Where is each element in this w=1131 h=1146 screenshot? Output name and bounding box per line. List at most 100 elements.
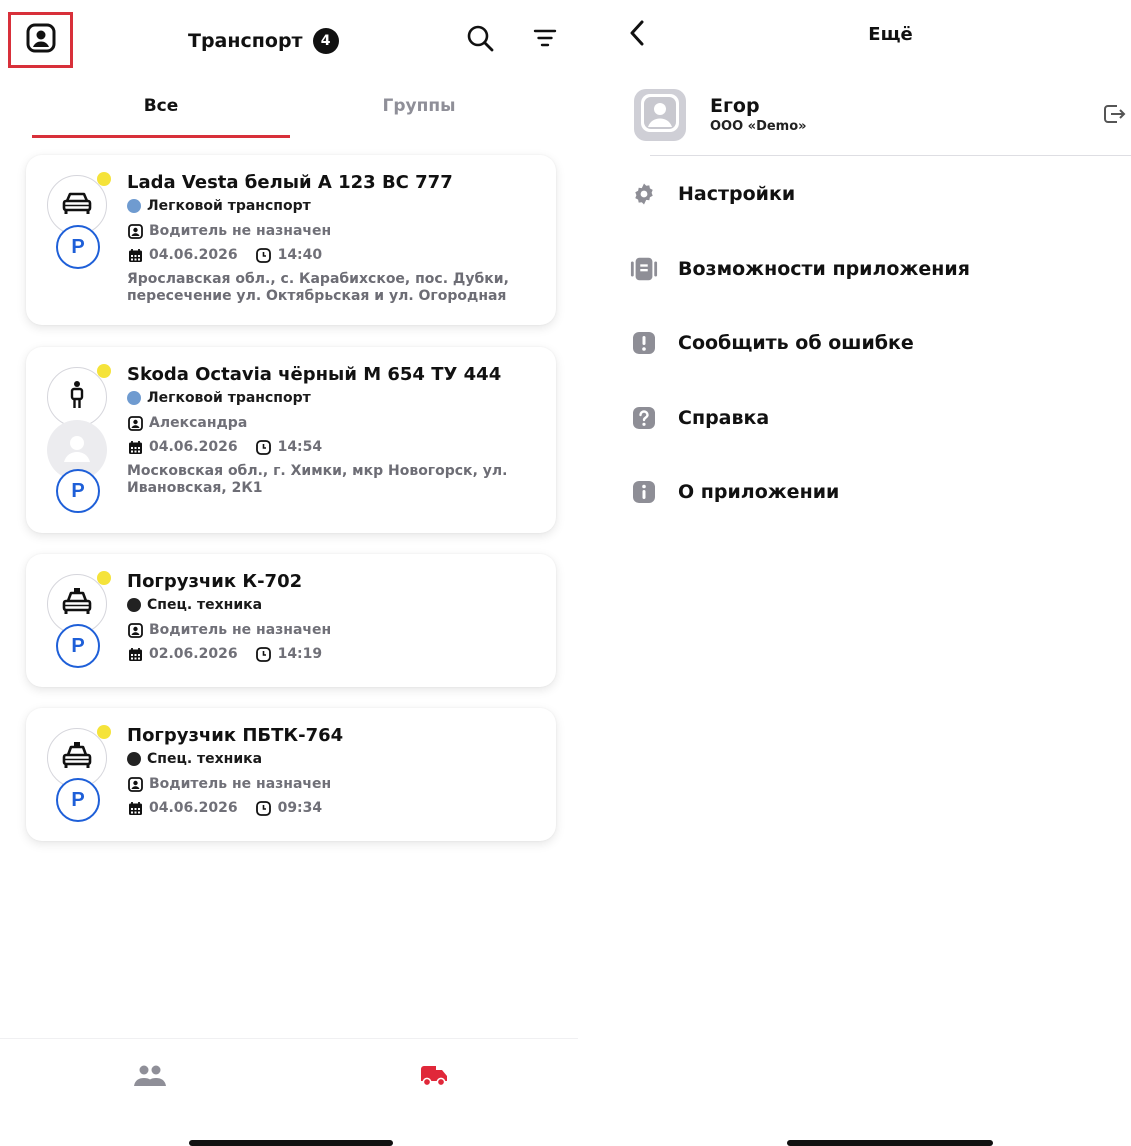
app-features-icon <box>630 255 658 283</box>
vehicle-category: Легковой транспорт <box>127 198 311 214</box>
vehicle-date: 04.06.2026 <box>149 800 238 816</box>
vehicle-time: 14:40 <box>277 247 323 263</box>
menu-item-label: Настройки <box>678 183 796 205</box>
menu-item-label: Сообщить об ошибке <box>678 332 914 354</box>
calendar-icon <box>127 800 143 816</box>
vehicle-address: Московская обл., г. Химки, мкр Новогорск… <box>127 463 508 496</box>
filter-icon <box>532 25 558 55</box>
driver-icon <box>127 415 143 431</box>
gear-icon <box>630 180 658 208</box>
menu-item-settings[interactable]: Настройки <box>630 174 1110 214</box>
menu-item-report-bug[interactable]: Сообщить об ошибке <box>630 323 1110 363</box>
driver-name: Водитель не назначен <box>149 223 332 239</box>
category-color-dot <box>127 391 141 405</box>
home-indicator <box>189 1140 393 1146</box>
vehicle-card[interactable]: P Погрузчик ПБТК-764 Спец. техника Водит… <box>26 708 556 841</box>
page-title: Транспорт 4 <box>188 28 339 54</box>
users-icon <box>132 1064 168 1092</box>
vehicle-card[interactable]: P Skoda Octavia чёрный М 654 ТУ 444 Легк… <box>26 347 556 533</box>
vehicle-category-label: Спец. техника <box>147 597 263 613</box>
vehicle-category-label: Легковой транспорт <box>147 390 311 406</box>
avatar[interactable] <box>634 89 686 141</box>
vehicle-date: 04.06.2026 <box>149 439 238 455</box>
profile-divider <box>650 155 1131 156</box>
online-status-dot <box>97 571 111 585</box>
logout-button[interactable] <box>1100 102 1128 130</box>
bottom-nav-divider <box>0 1038 578 1039</box>
user-icon <box>26 23 56 57</box>
search-button[interactable] <box>464 24 496 56</box>
vehicle-driver: Водитель не назначен <box>127 223 331 239</box>
search-icon <box>465 23 495 57</box>
vehicle-count-badge: 4 <box>312 28 339 54</box>
vehicle-timestamp: 04.06.2026 14:40 <box>127 247 322 263</box>
online-status-dot <box>97 172 111 186</box>
tab-all[interactable]: Все <box>32 96 290 116</box>
vehicle-driver: Водитель не назначен <box>127 776 331 792</box>
parking-status-icon: P <box>56 624 100 668</box>
taxi-icon <box>61 587 93 621</box>
menu-item-help[interactable]: Справка <box>630 398 1110 438</box>
page-title: Ещё <box>868 24 913 45</box>
vehicle-category-label: Легковой транспорт <box>147 198 311 214</box>
driver-name: Водитель не назначен <box>149 622 332 638</box>
vehicle-name: Skoda Octavia чёрный М 654 ТУ 444 <box>127 364 502 385</box>
filter-button[interactable] <box>529 24 561 56</box>
taxi-icon <box>61 741 93 775</box>
driver-icon <box>127 622 143 638</box>
vehicle-timestamp: 04.06.2026 14:54 <box>127 439 322 455</box>
vehicle-timestamp: 02.06.2026 14:19 <box>127 646 322 662</box>
menu-item-label: Возможности приложения <box>678 258 970 280</box>
person-walking-icon <box>65 380 89 414</box>
menu-item-about[interactable]: О приложении <box>630 472 1110 512</box>
vehicle-driver: Водитель не назначен <box>127 622 331 638</box>
nav-transport-button[interactable] <box>414 1064 454 1092</box>
calendar-icon <box>127 646 143 662</box>
vehicle-category-label: Спец. техника <box>147 751 263 767</box>
vehicle-category: Легковой транспорт <box>127 390 311 406</box>
category-color-dot <box>127 598 141 612</box>
menu-item-label: О приложении <box>678 481 840 503</box>
parking-status-icon: P <box>56 778 100 822</box>
driver-icon <box>127 776 143 792</box>
avatar-placeholder-icon <box>59 430 95 470</box>
vehicle-date: 02.06.2026 <box>149 646 238 662</box>
parking-status-icon: P <box>56 469 100 513</box>
online-status-dot <box>97 725 111 739</box>
vehicle-category: Спец. техника <box>127 751 262 767</box>
more-screen: Ещё Егор ООО «Demo» Настройки Возможност… <box>578 0 1131 1146</box>
user-name: Егор <box>710 95 760 117</box>
tab-groups[interactable]: Группы <box>290 96 548 116</box>
driver-icon <box>127 223 143 239</box>
home-indicator <box>787 1140 993 1146</box>
parking-status-icon: P <box>56 225 100 269</box>
help-icon <box>630 404 658 432</box>
online-status-dot <box>97 364 111 378</box>
vehicle-driver: Александра <box>127 415 247 431</box>
nav-users-button[interactable] <box>130 1064 170 1092</box>
user-organization: ООО «Demo» <box>710 119 807 134</box>
category-color-dot <box>127 752 141 766</box>
driver-name: Александра <box>149 415 248 431</box>
vehicle-name: Погрузчик ПБТК-764 <box>127 725 344 746</box>
user-avatar-icon <box>638 91 682 139</box>
driver-name: Водитель не назначен <box>149 776 332 792</box>
vehicle-status-circle <box>47 367 107 427</box>
profile-button[interactable] <box>8 12 73 68</box>
clock-icon <box>256 800 272 816</box>
transport-screen: Транспорт 4 Все Группы P Lada Vesta белы… <box>0 0 578 1146</box>
vehicle-date: 04.06.2026 <box>149 247 238 263</box>
menu-item-app-features[interactable]: Возможности приложения <box>630 249 1110 289</box>
vehicle-address: Ярославская обл., с. Карабихское, пос. Д… <box>127 271 509 304</box>
calendar-icon <box>127 247 143 263</box>
info-icon <box>630 478 658 506</box>
clock-icon <box>256 439 272 455</box>
vehicle-card[interactable]: P Погрузчик К-702 Спец. техника Водитель… <box>26 554 556 687</box>
page-title-text: Транспорт <box>188 30 303 52</box>
active-tab-indicator <box>32 135 290 138</box>
menu-item-label: Справка <box>678 407 770 429</box>
vehicle-time: 14:54 <box>277 439 323 455</box>
vehicle-card[interactable]: P Lada Vesta белый А 123 ВС 777 Легковой… <box>26 155 556 325</box>
category-color-dot <box>127 199 141 213</box>
car-icon <box>61 189 93 221</box>
